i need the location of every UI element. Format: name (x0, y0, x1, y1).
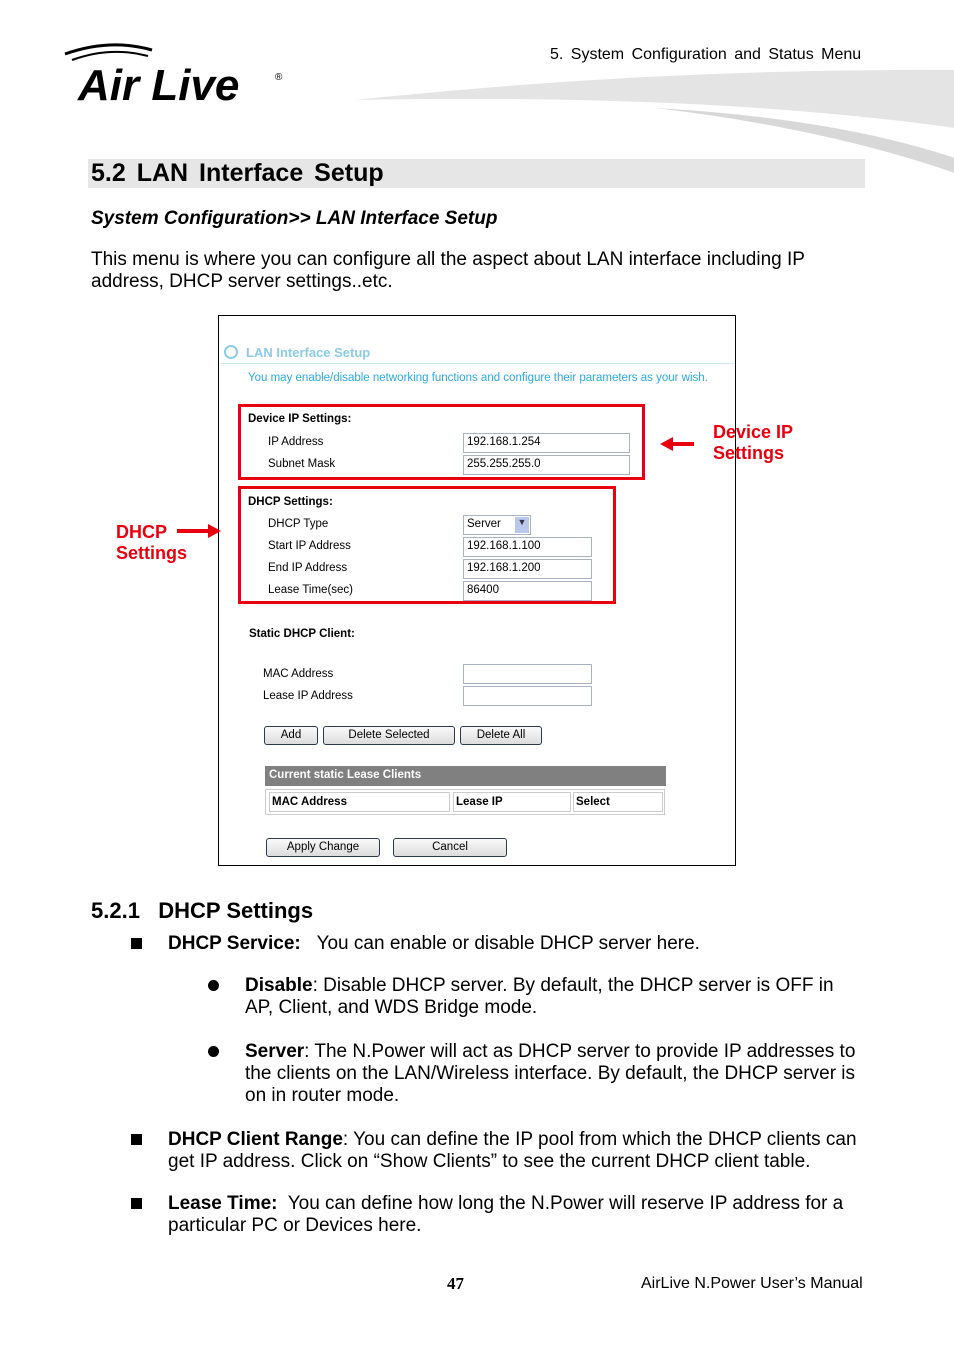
section-heading: 5.2.1 DHCP Settings (91, 898, 314, 923)
round-bullet-icon (208, 980, 219, 991)
arrow-left-icon (660, 437, 694, 451)
lease-table-title: Current static Lease Clients (265, 766, 666, 786)
delete-all-button[interactable]: Delete All (460, 726, 542, 745)
add-button[interactable]: Add (264, 726, 318, 745)
mac-address-input[interactable] (463, 664, 592, 684)
term: Disable (245, 975, 313, 996)
column-header: MAC Address (269, 792, 450, 812)
target-icon (224, 345, 238, 359)
device-ip-annotation: Device IP Settings (713, 422, 793, 463)
static-dhcp-label: Static DHCP Client: (249, 628, 355, 640)
square-bullet-icon (131, 938, 142, 949)
svg-text:Air Live: Air Live (77, 61, 239, 110)
dhcp-annotation: DHCP Settings (116, 522, 188, 563)
mac-address-label: MAC Address (263, 668, 334, 680)
cancel-button[interactable]: Cancel (393, 838, 507, 857)
screen-description: You may enable/disable networking functi… (248, 372, 708, 384)
apply-change-button[interactable]: Apply Change (266, 838, 380, 857)
header-section: 5. System Configuration and Status Menu (550, 46, 862, 63)
footer-manual: AirLive N.Power User’s Manual (641, 1275, 863, 1292)
square-bullet-icon (131, 1134, 142, 1145)
airlive-logo: Air Live ® (64, 43, 283, 110)
lease-ip-label: Lease IP Address (263, 690, 353, 702)
description: You can enable or disable DHCP server he… (316, 933, 700, 954)
description: : Disable DHCP server. By default, the D… (245, 975, 834, 1018)
device-ip-highlight (238, 404, 645, 480)
lease-ip-input[interactable] (463, 686, 592, 706)
term: DHCP Service: (168, 933, 301, 954)
page-number: 47 (447, 1274, 464, 1293)
term: Lease Time: (168, 1193, 278, 1214)
intro-text: This menu is where you can configure all… (91, 249, 805, 292)
column-header: Lease IP (453, 792, 571, 812)
breadcrumb: System Configuration>> LAN Interface Set… (91, 208, 498, 229)
round-bullet-icon (208, 1046, 219, 1057)
page-title: 5.2 LAN Interface Setup (91, 159, 384, 187)
screen-heading: LAN Interface Setup (246, 345, 371, 360)
delete-selected-button[interactable]: Delete Selected (323, 726, 455, 745)
description: : The N.Power will act as DHCP server to… (245, 1041, 856, 1106)
square-bullet-icon (131, 1198, 142, 1209)
svg-text:®: ® (275, 72, 283, 83)
term: Server (245, 1041, 305, 1062)
term: DHCP Client Range (168, 1129, 343, 1150)
column-header: Select (573, 792, 663, 812)
lease-table: MAC Address Lease IP Select (265, 789, 665, 815)
dhcp-highlight (238, 486, 616, 604)
